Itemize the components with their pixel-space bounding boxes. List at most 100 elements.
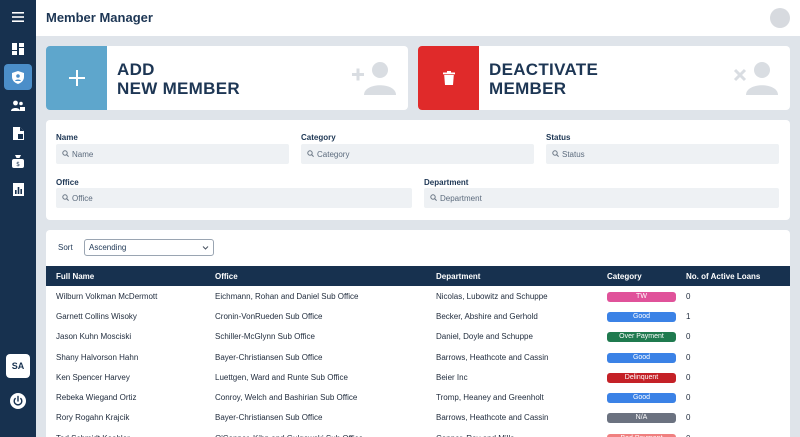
- cell-category: Over Payment: [597, 327, 676, 347]
- category-badge: Delinquent: [607, 372, 676, 383]
- remove-user-icon: [733, 62, 778, 95]
- cell-department: Barrows, Heathcote and Cassin: [436, 352, 549, 362]
- cell-category: N/A: [597, 408, 676, 428]
- status-filter-input[interactable]: Status: [546, 144, 779, 164]
- sort-label: Sort: [58, 243, 73, 252]
- table-body: Wilburn Volkman McDermott Eichmann, Rohan…: [46, 286, 790, 437]
- cell-category: Delinquent: [597, 367, 676, 387]
- sort-select[interactable]: Ascending: [84, 239, 214, 256]
- cell-department: Beier Inc: [436, 372, 468, 382]
- cell-office: O'Conner, Kihn and Gulgowski Sub Office: [205, 428, 426, 437]
- office-filter-placeholder: Office: [72, 193, 93, 203]
- cell-active-loans: 0: [686, 393, 691, 403]
- cell-department: Nicolas, Lubowitz and Schuppe: [436, 291, 548, 301]
- search-icon: [430, 194, 437, 201]
- svg-text:$: $: [16, 161, 20, 168]
- members-table-panel: Sort Ascending Full Name Office Departme…: [46, 230, 790, 437]
- user-initials-badge[interactable]: SA: [6, 354, 30, 378]
- cell-department: Becker, Abshire and Gerhold: [436, 311, 538, 321]
- cell-category: Bad Payment: [597, 428, 676, 437]
- document-icon: [12, 126, 24, 140]
- cell-category: Good: [597, 306, 676, 326]
- sidebar-item-dashboard[interactable]: [6, 37, 30, 61]
- users-icon: [11, 100, 25, 111]
- cell-active-loans: 0: [686, 291, 691, 301]
- name-filter-placeholder: Name: [72, 149, 94, 159]
- add-user-icon: [352, 62, 396, 95]
- table-row[interactable]: Rebeka Wiegand Ortiz Conroy, Welch and Ba…: [46, 387, 790, 407]
- cell-office: Luettgen, Ward and Runte Sub Office: [215, 372, 348, 382]
- cell-full-name: Shany Halvorson Hahn: [56, 352, 139, 362]
- office-filter-label: Office: [56, 178, 79, 187]
- table-row[interactable]: Rory Rogahn Krajcik Bayer-Christiansen Su…: [46, 408, 790, 428]
- cell-department: Barrows, Heathcote and Cassin: [436, 413, 549, 423]
- cell-active-loans: 0: [686, 372, 691, 382]
- cell-full-name: Garnett Collins Wisoky: [56, 311, 137, 321]
- office-filter-input[interactable]: Office: [56, 188, 412, 208]
- cell-office: Bayer-Christiansen Sub Office: [215, 413, 323, 423]
- search-icon: [62, 194, 69, 201]
- cell-active-loans: 1: [686, 311, 691, 321]
- column-header-office[interactable]: Office: [205, 266, 426, 286]
- add-member-label: ADD NEW MEMBER: [117, 60, 240, 98]
- table-row[interactable]: Ted Schmidt KeeblerO'Conner, Kihn and Gu…: [46, 428, 790, 437]
- sort-value: Ascending: [89, 243, 127, 252]
- category-filter-label: Category: [301, 133, 336, 142]
- avatar[interactable]: [770, 8, 790, 28]
- money-bag-icon: $: [12, 154, 24, 168]
- category-badge: Good: [607, 352, 676, 363]
- sidebar-item-users[interactable]: [6, 93, 30, 117]
- cell-full-name: Ted Schmidt Keebler: [46, 428, 205, 437]
- cell-category: TW: [597, 286, 676, 306]
- cell-department: Tromp, Heaney and Greenholt: [436, 393, 544, 403]
- category-filter-placeholder: Category: [317, 149, 350, 159]
- members-table: Full Name Office Department Category No.…: [46, 266, 790, 437]
- category-filter-input[interactable]: Category: [301, 144, 534, 164]
- cell-department: Daniel, Doyle and Schuppe: [436, 332, 533, 342]
- cell-active-loans: 0: [686, 352, 691, 362]
- menu-icon: [12, 12, 24, 22]
- column-header-category[interactable]: Category: [597, 266, 676, 286]
- trash-icon: [442, 71, 455, 85]
- table-row[interactable]: Jason Kuhn Mosciski Schiller-McGlynn Sub …: [46, 327, 790, 347]
- sidebar: $ SA: [0, 0, 36, 437]
- deactivate-member-label: DEACTIVATE MEMBER: [489, 60, 599, 98]
- deactivate-member-card[interactable]: DEACTIVATE MEMBER: [418, 46, 790, 110]
- dashboard-icon: [12, 43, 24, 55]
- department-filter-placeholder: Department: [440, 193, 482, 203]
- cell-full-name: Rebeka Wiegand Ortiz: [56, 393, 137, 403]
- power-button[interactable]: [6, 389, 30, 413]
- cell-full-name: Rory Rogahn Krajcik: [56, 413, 130, 423]
- cell-full-name: Wilburn Volkman McDermott: [56, 291, 158, 301]
- column-header-full-name[interactable]: Full Name: [46, 266, 205, 286]
- add-member-card[interactable]: ADD NEW MEMBER: [46, 46, 408, 110]
- cell-office: Cronin-VonRueden Sub Office: [215, 311, 323, 321]
- cell-category: Good: [597, 347, 676, 367]
- table-row[interactable]: Wilburn Volkman McDermott Eichmann, Rohan…: [46, 286, 790, 306]
- name-filter-input[interactable]: Name: [56, 144, 289, 164]
- sidebar-item-loans[interactable]: $: [6, 149, 30, 173]
- cell-office: Bayer-Christiansen Sub Office: [215, 352, 323, 362]
- table-row[interactable]: Garnett Collins Wisoky Cronin-VonRueden S…: [46, 306, 790, 326]
- cell-office: Schiller-McGlynn Sub Office: [215, 332, 315, 342]
- column-header-active-loans[interactable]: No. of Active Loans: [676, 266, 790, 286]
- table-header-row: Full Name Office Department Category No.…: [46, 266, 790, 286]
- table-row[interactable]: Ken Spencer Harvey Luettgen, Ward and Run…: [46, 367, 790, 387]
- department-filter-input[interactable]: Department: [424, 188, 779, 208]
- sidebar-item-members[interactable]: [4, 64, 32, 90]
- search-icon: [307, 150, 314, 157]
- menu-button[interactable]: [6, 5, 30, 29]
- cell-full-name: Ken Spencer Harvey: [56, 372, 130, 382]
- sidebar-item-documents[interactable]: [6, 121, 30, 145]
- member-shield-icon: [12, 70, 24, 84]
- deactivate-icon-box: [418, 46, 479, 110]
- cell-department: Conner, Roy and Mills: [426, 428, 597, 437]
- add-member-icon-box: [46, 46, 107, 110]
- page-title: Member Manager: [46, 10, 153, 25]
- table-row[interactable]: Shany Halvorson Hahn Bayer-Christiansen S…: [46, 347, 790, 367]
- filter-panel: Name Name Category Category Status Statu…: [46, 120, 790, 220]
- sidebar-item-reports[interactable]: [6, 177, 30, 201]
- search-icon: [62, 150, 69, 157]
- column-header-department[interactable]: Department: [426, 266, 597, 286]
- cell-office: Eichmann, Rohan and Daniel Sub Office: [215, 291, 359, 301]
